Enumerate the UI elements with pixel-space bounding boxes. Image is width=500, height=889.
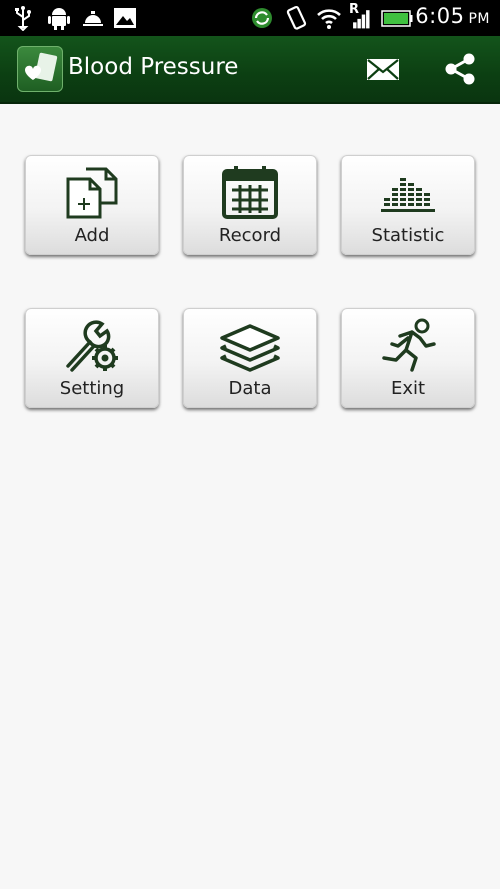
action-bar: Blood Pressure <box>0 36 500 104</box>
bell-icon <box>83 11 103 26</box>
calendar-icon <box>222 166 278 219</box>
heart-clipboard-icon <box>25 52 58 82</box>
exit-label: Exit <box>390 378 426 399</box>
statistic-button[interactable]: Statistic <box>341 155 475 255</box>
layers-icon <box>220 324 280 372</box>
record-button[interactable]: Record <box>183 155 317 255</box>
add-button[interactable]: Add <box>25 155 159 255</box>
wifi-icon <box>317 9 341 29</box>
image-icon <box>114 8 136 28</box>
status-time: 6:05 PM <box>415 4 490 28</box>
vibrate-icon <box>286 5 307 30</box>
setting-label: Setting <box>59 378 125 399</box>
record-label: Record <box>218 225 282 246</box>
statistic-label: Statistic <box>371 225 445 246</box>
time-ampm: PM <box>468 11 490 27</box>
usb-icon <box>15 6 31 31</box>
settings-wrench-gear-icon <box>66 320 118 372</box>
time-value: 6:05 <box>415 4 465 28</box>
share-icon[interactable] <box>442 52 478 86</box>
mail-icon[interactable] <box>365 52 401 86</box>
statistic-bars-icon <box>381 178 435 212</box>
add-label: Add <box>74 225 110 246</box>
data-label: Data <box>228 378 272 399</box>
android-debug-icon <box>48 8 70 30</box>
sync-icon <box>252 8 272 28</box>
exit-button[interactable]: Exit <box>341 308 475 408</box>
app-logo-icon[interactable] <box>17 46 63 92</box>
battery-icon <box>381 10 413 27</box>
setting-button[interactable]: Setting <box>25 308 159 408</box>
data-button[interactable]: Data <box>183 308 317 408</box>
roaming-label: R <box>349 2 360 17</box>
running-man-icon <box>382 318 436 372</box>
status-bar: R 6:05 PM <box>0 0 500 36</box>
app-title: Blood Pressure <box>68 54 239 80</box>
add-document-icon <box>66 167 118 219</box>
